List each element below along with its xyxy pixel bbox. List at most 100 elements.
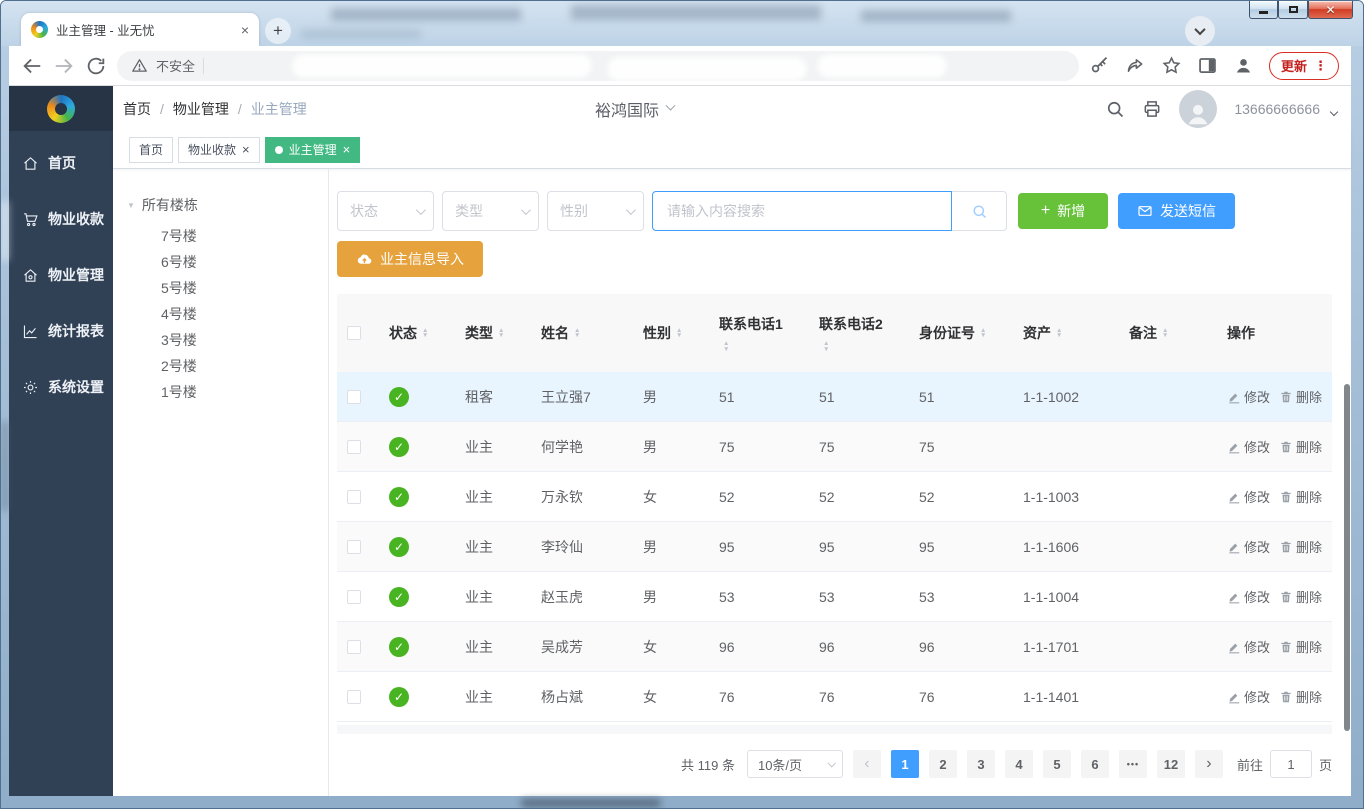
- kebab-menu-icon[interactable]: ⋮: [1314, 58, 1327, 74]
- sidebar-item-home[interactable]: 首页: [9, 135, 113, 191]
- sort-desc-icon[interactable]: ▼: [422, 333, 428, 339]
- row-checkbox[interactable]: [347, 690, 361, 704]
- edit-button[interactable]: 修改: [1227, 437, 1270, 456]
- sort-desc-icon[interactable]: ▼: [498, 333, 504, 339]
- add-owner-button[interactable]: + 新增: [1018, 193, 1108, 229]
- row-checkbox[interactable]: [347, 490, 361, 504]
- page-button-4[interactable]: 4: [1005, 750, 1033, 778]
- next-page-button[interactable]: ›: [1195, 750, 1223, 778]
- not-secure-warning-icon[interactable]: [131, 57, 148, 74]
- sort-desc-icon[interactable]: ▼: [574, 333, 580, 339]
- chevron-down-icon[interactable]: [1330, 107, 1338, 115]
- row-checkbox[interactable]: [347, 390, 361, 404]
- edit-button[interactable]: 修改: [1227, 587, 1270, 606]
- type-select[interactable]: 类型: [442, 191, 539, 231]
- tree-item-building-1[interactable]: 1号楼: [161, 379, 328, 405]
- back-icon[interactable]: [21, 55, 43, 77]
- side-panel-icon[interactable]: [1197, 55, 1218, 76]
- view-tab-home[interactable]: 首页: [129, 137, 173, 163]
- close-window-button[interactable]: ✕: [1308, 1, 1353, 19]
- tab-close-icon[interactable]: ×: [343, 142, 351, 157]
- view-tab-owners-active[interactable]: 业主管理 ×: [265, 137, 361, 163]
- tree-expand-caret-icon[interactable]: ▼: [127, 201, 135, 210]
- table-row[interactable]: ✓ 业主 吴成芳 女 96 96 96 1-1-1701 修改: [337, 622, 1332, 672]
- delete-button[interactable]: 删除: [1279, 437, 1322, 456]
- tree-item-building-4[interactable]: 4号楼: [161, 301, 328, 327]
- sidebar-item-payment[interactable]: 物业收款: [9, 191, 113, 247]
- edit-button[interactable]: 修改: [1227, 537, 1270, 556]
- browser-profile-icon[interactable]: [1233, 55, 1254, 76]
- gender-select[interactable]: 性别: [547, 191, 644, 231]
- tree-item-building-5[interactable]: 5号楼: [161, 275, 328, 301]
- forward-icon[interactable]: [53, 55, 75, 77]
- page-button-12[interactable]: 12: [1157, 750, 1185, 778]
- delete-button[interactable]: 删除: [1279, 537, 1322, 556]
- tab-close-icon[interactable]: ×: [241, 22, 249, 38]
- edit-button[interactable]: 修改: [1227, 637, 1270, 656]
- prev-page-button[interactable]: ‹: [853, 750, 881, 778]
- row-checkbox[interactable]: [347, 590, 361, 604]
- page-size-select[interactable]: 10条/页: [747, 750, 843, 778]
- table-row[interactable]: ✓ 业主 杨占斌 女 76 76 76 1-1-1401 修改: [337, 672, 1332, 722]
- user-avatar[interactable]: [1179, 90, 1217, 128]
- tree-item-building-3[interactable]: 3号楼: [161, 327, 328, 353]
- sort-desc-icon[interactable]: ▼: [723, 347, 729, 353]
- table-row[interactable]: ✓ 业主 何学艳 男 75 75 75 修改: [337, 422, 1332, 472]
- sidebar-item-property[interactable]: 物业管理: [9, 247, 113, 303]
- community-selector[interactable]: 裕鸿国际: [595, 97, 674, 121]
- delete-button[interactable]: 删除: [1279, 637, 1322, 656]
- page-scrollbar[interactable]: [1344, 384, 1350, 731]
- browser-tab[interactable]: 业主管理 - 业无忧 ×: [21, 13, 259, 46]
- new-tab-button[interactable]: +: [265, 18, 291, 44]
- share-icon[interactable]: [1125, 55, 1146, 76]
- page-button-1[interactable]: 1: [891, 750, 919, 778]
- user-phone[interactable]: 13666666666: [1234, 101, 1320, 117]
- edit-button[interactable]: 修改: [1227, 387, 1270, 406]
- delete-button[interactable]: 删除: [1279, 687, 1322, 706]
- sort-desc-icon[interactable]: ▼: [1056, 333, 1062, 339]
- delete-button[interactable]: 删除: [1279, 387, 1322, 406]
- tree-item-building-6[interactable]: 6号楼: [161, 249, 328, 275]
- password-key-icon[interactable]: [1089, 55, 1110, 76]
- delete-button[interactable]: 删除: [1279, 487, 1322, 506]
- row-checkbox[interactable]: [347, 640, 361, 654]
- sort-desc-icon[interactable]: ▼: [1162, 333, 1168, 339]
- page-button-6[interactable]: 6: [1081, 750, 1109, 778]
- import-owners-button[interactable]: 业主信息导入: [337, 241, 483, 277]
- page-button-3[interactable]: 3: [967, 750, 995, 778]
- edit-button[interactable]: 修改: [1227, 487, 1270, 506]
- tab-close-icon[interactable]: ×: [242, 142, 250, 157]
- row-checkbox[interactable]: [347, 440, 361, 454]
- sort-desc-icon[interactable]: ▼: [980, 333, 986, 339]
- table-row[interactable]: ✓ 业主 赵玉虎 男 53 53 53 1-1-1004 修改: [337, 572, 1332, 622]
- print-icon[interactable]: [1142, 99, 1162, 119]
- tab-search-button[interactable]: [1185, 16, 1215, 46]
- bookmark-star-icon[interactable]: [1161, 55, 1182, 76]
- send-sms-button[interactable]: 发送短信: [1118, 193, 1235, 229]
- table-row[interactable]: ✓ 租客 王立强7 男 51 51 51 1-1-1002 修改: [337, 372, 1332, 422]
- minimize-button[interactable]: [1249, 1, 1278, 19]
- tree-root-all-buildings[interactable]: ▼ 所有楼栋: [127, 195, 328, 215]
- sidebar-item-reports[interactable]: 统计报表: [9, 303, 113, 359]
- breadcrumb-home[interactable]: 首页: [123, 99, 151, 119]
- sort-desc-icon[interactable]: ▼: [676, 333, 682, 339]
- maximize-button[interactable]: [1278, 1, 1308, 19]
- delete-button[interactable]: 删除: [1279, 587, 1322, 606]
- chrome-update-button[interactable]: 更新 ⋮: [1269, 52, 1339, 80]
- search-button[interactable]: [952, 191, 1007, 231]
- table-row[interactable]: ✓ 业主 万永钦 女 52 52 52 1-1-1003 修改: [337, 472, 1332, 522]
- page-button-2[interactable]: 2: [929, 750, 957, 778]
- page-button-5[interactable]: 5: [1043, 750, 1071, 778]
- reload-icon[interactable]: [85, 55, 107, 77]
- app-logo[interactable]: [9, 86, 113, 131]
- goto-page-input[interactable]: [1270, 750, 1312, 778]
- status-select[interactable]: 状态: [337, 191, 434, 231]
- breadcrumb-property[interactable]: 物业管理: [173, 99, 229, 119]
- tree-item-building-7[interactable]: 7号楼: [161, 223, 328, 249]
- sort-desc-icon[interactable]: ▼: [823, 347, 829, 353]
- address-bar[interactable]: 不安全: [117, 51, 1079, 81]
- view-tab-payment[interactable]: 物业收款 ×: [178, 137, 260, 163]
- more-pages-button[interactable]: •••: [1119, 750, 1147, 778]
- select-all-checkbox[interactable]: [347, 326, 361, 340]
- sidebar-item-settings[interactable]: 系统设置: [9, 359, 113, 415]
